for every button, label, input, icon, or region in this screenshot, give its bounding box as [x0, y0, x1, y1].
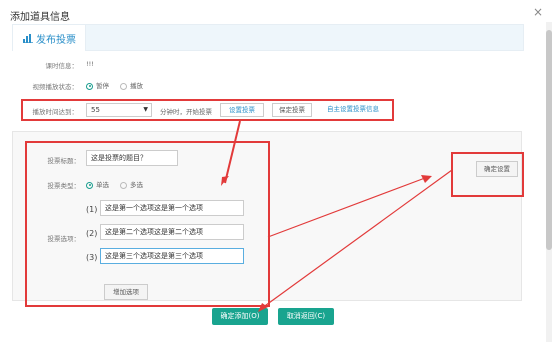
arrow-form-to-settings	[267, 177, 426, 238]
arrow-trigger-to-form	[224, 120, 241, 184]
annotation-arrows	[221, 120, 453, 312]
add-item-dialog: 添加道具信息 × 发布投票 课时信息： !!! 视频播放状态： 暂停 播放 播放…	[0, 0, 554, 342]
arrow-settings-to-confirm	[261, 169, 453, 309]
arrow-head	[221, 176, 229, 186]
